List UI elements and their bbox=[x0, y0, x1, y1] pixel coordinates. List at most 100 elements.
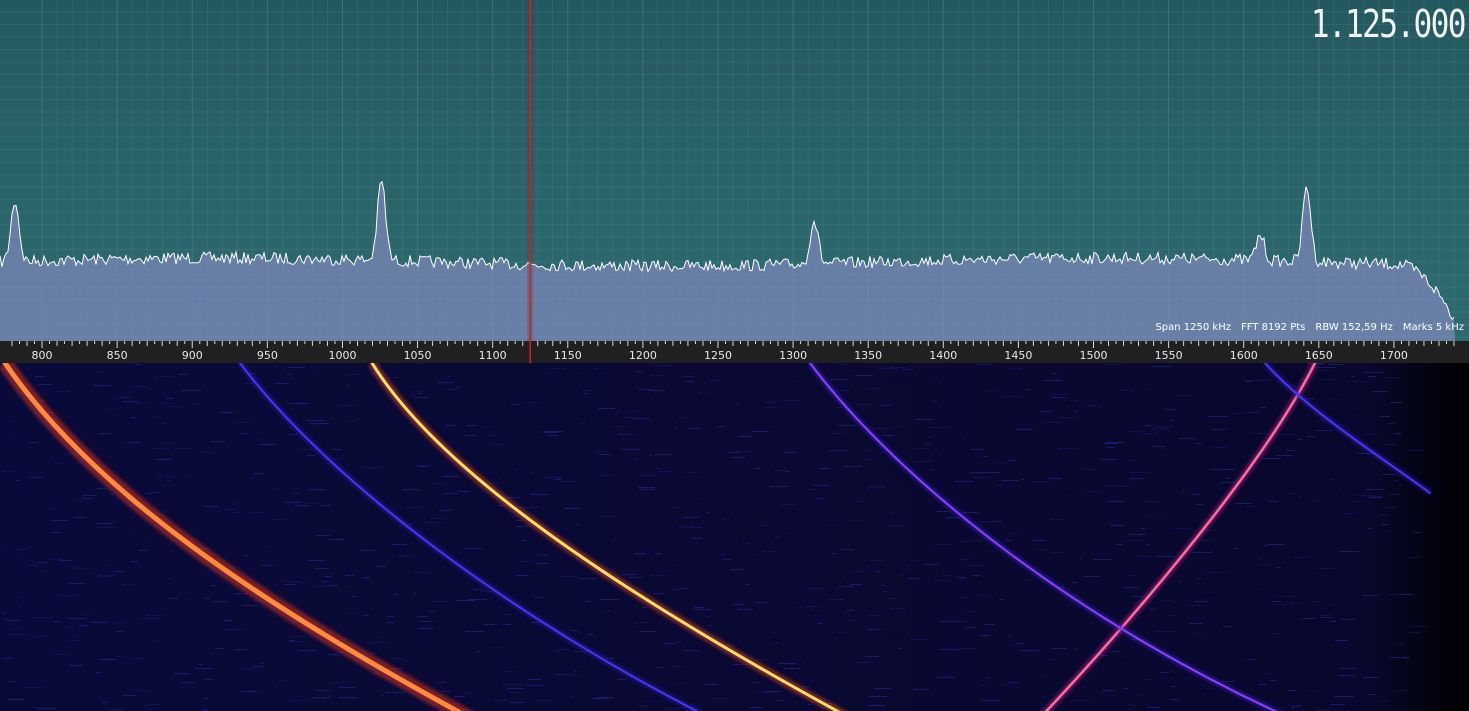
waterfall-display[interactable] bbox=[0, 363, 1469, 711]
noise-speck bbox=[146, 615, 163, 616]
noise-speck bbox=[1058, 448, 1077, 449]
noise-speck bbox=[1276, 455, 1292, 456]
noise-speck bbox=[69, 583, 86, 584]
noise-speck bbox=[1103, 443, 1118, 444]
noise-speck bbox=[1387, 423, 1396, 424]
noise-speck bbox=[1260, 379, 1273, 380]
noise-speck bbox=[935, 544, 953, 545]
noise-speck bbox=[329, 539, 344, 540]
noise-speck bbox=[439, 510, 452, 511]
noise-speck bbox=[105, 565, 108, 566]
spectrum-panel[interactable]: 1.125.000 Span 1250 kHz FFT 8192 Pts RBW 1… bbox=[0, 0, 1469, 341]
axis-label: 850 bbox=[107, 349, 128, 362]
noise-speck bbox=[73, 568, 88, 569]
noise-speck bbox=[1107, 447, 1115, 448]
noise-speck bbox=[1314, 500, 1320, 501]
noise-speck bbox=[1137, 556, 1152, 557]
noise-speck bbox=[50, 508, 57, 509]
noise-speck bbox=[1378, 394, 1380, 395]
noise-speck bbox=[819, 468, 830, 469]
noise-speck bbox=[135, 364, 142, 365]
noise-speck bbox=[1328, 364, 1345, 365]
noise-speck bbox=[731, 457, 745, 458]
noise-speck bbox=[328, 654, 337, 655]
noise-speck bbox=[712, 698, 730, 699]
noise-speck bbox=[596, 451, 607, 452]
noise-speck bbox=[98, 659, 116, 660]
noise-speck bbox=[972, 477, 990, 478]
noise-speck bbox=[803, 686, 810, 687]
noise-speck bbox=[693, 373, 700, 374]
noise-speck bbox=[844, 466, 862, 467]
noise-speck bbox=[155, 474, 162, 475]
noise-speck bbox=[806, 657, 811, 658]
noise-speck bbox=[530, 494, 549, 495]
noise-speck bbox=[596, 393, 599, 394]
noise-speck bbox=[53, 654, 71, 655]
noise-speck bbox=[233, 502, 240, 503]
noise-speck bbox=[313, 586, 325, 587]
noise-speck bbox=[1316, 430, 1333, 431]
noise-speck bbox=[324, 576, 332, 577]
noise-speck bbox=[38, 384, 52, 385]
noise-speck bbox=[874, 688, 891, 689]
noise-speck bbox=[465, 693, 473, 694]
noise-speck bbox=[840, 549, 854, 550]
noise-speck bbox=[970, 472, 987, 473]
noise-speck bbox=[639, 489, 655, 490]
noise-speck bbox=[966, 611, 975, 612]
noise-speck bbox=[339, 697, 358, 698]
spectrum-plot[interactable] bbox=[0, 0, 1469, 341]
noise-speck bbox=[928, 427, 948, 428]
noise-speck bbox=[345, 575, 354, 576]
noise-speck bbox=[1247, 659, 1256, 660]
noise-speck bbox=[1130, 472, 1149, 473]
noise-speck bbox=[36, 708, 56, 709]
noise-speck bbox=[162, 423, 168, 424]
noise-speck bbox=[561, 576, 578, 577]
noise-speck bbox=[1259, 588, 1262, 589]
noise-speck bbox=[287, 374, 292, 375]
noise-speck bbox=[580, 423, 585, 424]
noise-speck bbox=[673, 666, 683, 667]
noise-speck bbox=[1129, 534, 1145, 535]
noise-speck bbox=[1197, 578, 1201, 579]
noise-speck bbox=[152, 492, 159, 493]
noise-speck bbox=[402, 489, 420, 490]
noise-speck bbox=[596, 475, 614, 476]
noise-speck bbox=[516, 526, 531, 527]
noise-speck bbox=[21, 558, 23, 559]
noise-speck bbox=[754, 468, 761, 469]
noise-speck bbox=[815, 498, 824, 499]
axis-label: 1400 bbox=[929, 349, 957, 362]
noise-speck bbox=[248, 478, 257, 479]
noise-speck bbox=[903, 569, 909, 570]
noise-speck bbox=[1291, 706, 1301, 707]
waterfall-plot[interactable] bbox=[0, 363, 1469, 711]
noise-speck bbox=[1159, 518, 1164, 519]
noise-speck bbox=[1070, 700, 1089, 701]
noise-speck bbox=[1146, 389, 1152, 390]
noise-speck bbox=[1079, 558, 1082, 559]
noise-speck bbox=[1169, 615, 1177, 616]
noise-speck bbox=[321, 505, 331, 506]
waterfall-background bbox=[0, 363, 1469, 711]
frequency-axis[interactable]: 800 850 900 950 1000 1050 1100 1150 1200 1250 1300… bbox=[0, 341, 1469, 363]
noise-speck bbox=[1287, 493, 1296, 494]
noise-speck bbox=[557, 651, 559, 652]
noise-speck bbox=[54, 463, 63, 464]
noise-speck bbox=[1399, 485, 1401, 486]
noise-speck bbox=[164, 403, 172, 404]
noise-speck bbox=[1258, 558, 1263, 559]
noise-speck bbox=[846, 582, 849, 583]
noise-speck bbox=[1050, 519, 1064, 520]
noise-speck bbox=[310, 423, 329, 424]
frequency-readout[interactable]: 1.125.000 bbox=[1311, 2, 1467, 46]
noise-speck bbox=[133, 529, 137, 530]
noise-speck bbox=[1206, 572, 1226, 573]
noise-speck bbox=[155, 417, 160, 418]
noise-speck bbox=[675, 683, 686, 684]
noise-speck bbox=[1390, 402, 1403, 403]
noise-speck bbox=[127, 442, 140, 443]
noise-speck bbox=[771, 643, 779, 644]
